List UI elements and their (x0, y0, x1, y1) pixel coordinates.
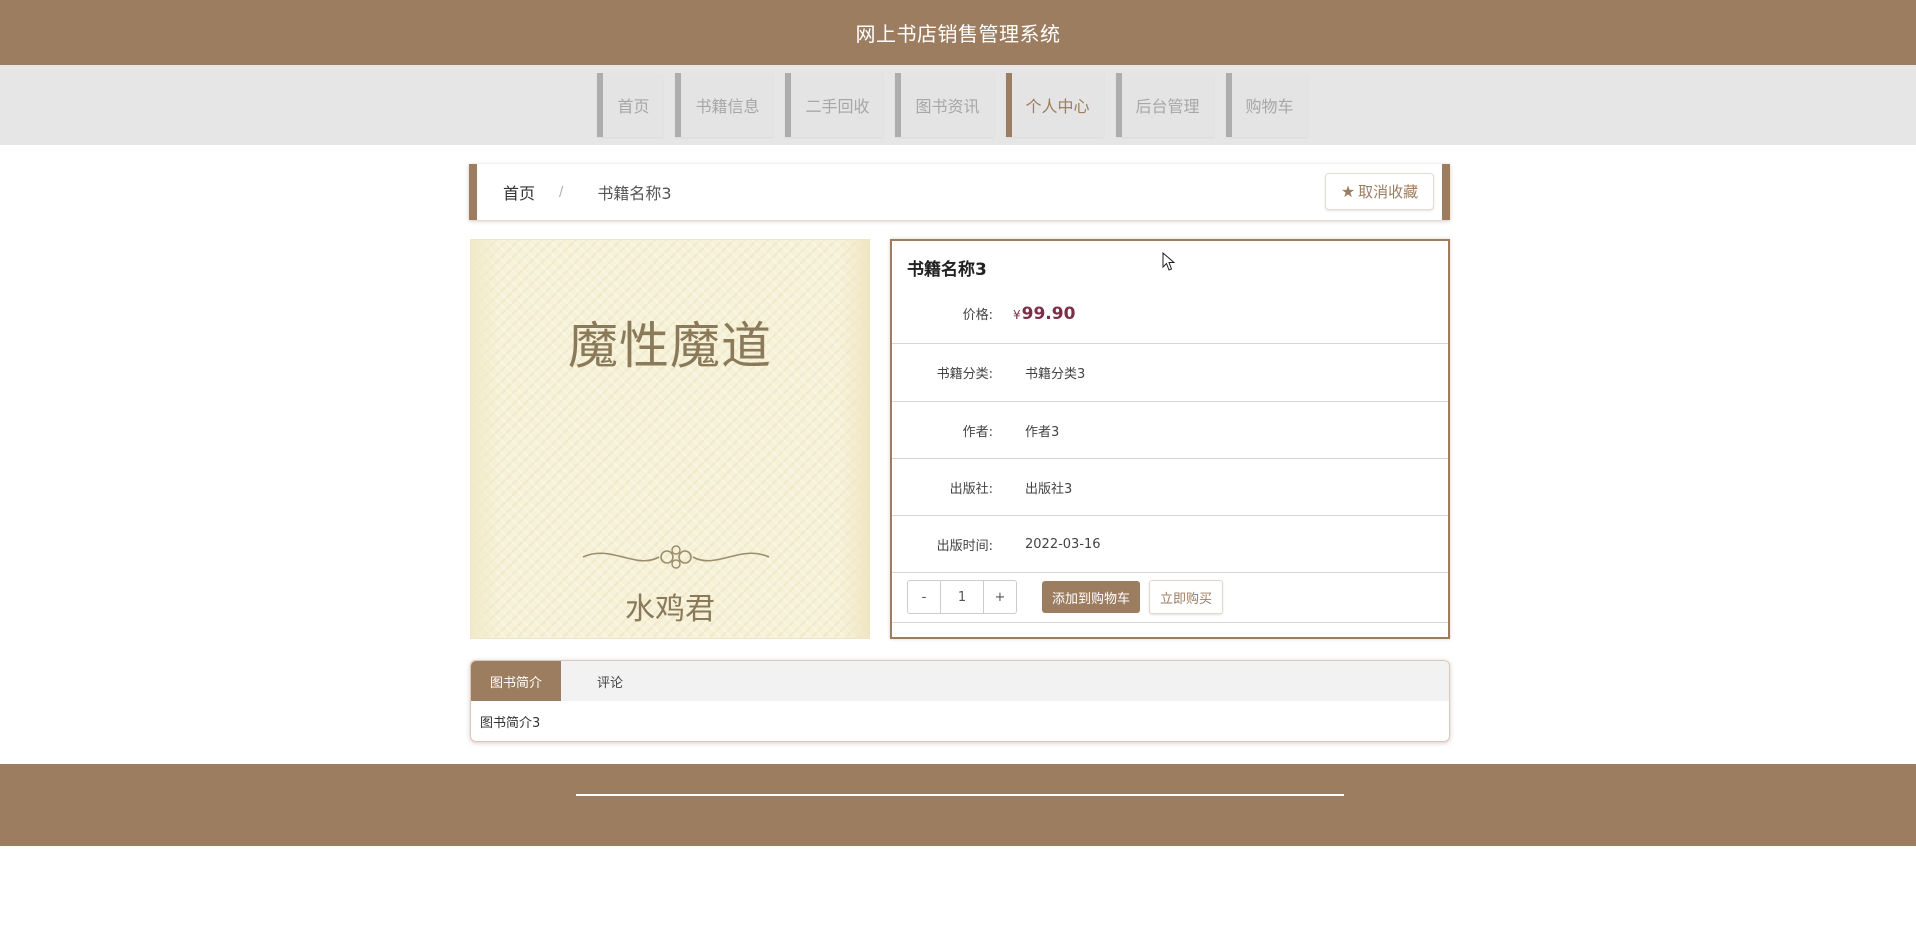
tab-header: 图书简介 评论 (471, 661, 1449, 701)
book-title: 书籍名称3 (907, 260, 987, 280)
buy-now-button[interactable]: 立即购买 (1149, 580, 1224, 614)
cover-ornament (582, 545, 770, 569)
nav-label: 图书资讯 (915, 97, 980, 116)
cover-edge-shade (841, 240, 869, 638)
cover-title: 魔性魔道 (568, 317, 772, 375)
book-cover-image: 魔性魔道 水鸡君 (470, 239, 870, 639)
field-value: 书籍分类3 (1025, 367, 1086, 382)
field-value: 2022-03-16 (1025, 536, 1101, 552)
book-detail-panel: 书籍名称3 价格: ¥99.90 书籍分类: 书籍分类3 作者: 作者3 出版社… (890, 239, 1450, 639)
add-to-cart-button[interactable]: 添加到购物车 (1042, 581, 1141, 613)
unfavorite-button[interactable]: ★ 取消收藏 (1325, 173, 1434, 210)
quantity-stepper: - 1 + (907, 580, 1017, 614)
nav-item-recycle[interactable]: 二手回收 (785, 73, 884, 137)
nav-item-home[interactable]: 首页 (597, 73, 664, 137)
book-info-tabs: 图书简介 评论 图书简介3 (470, 660, 1450, 742)
nav-item-cart[interactable]: 购物车 (1225, 73, 1308, 137)
nav-item-profile[interactable]: 个人中心 (1005, 73, 1104, 137)
divider (892, 572, 1448, 573)
currency-symbol: ¥ (1013, 307, 1021, 322)
field-label: 出版时间: (936, 538, 993, 554)
nav-item-admin[interactable]: 后台管理 (1115, 73, 1214, 137)
main-nav: 首页 书籍信息 二手回收 图书资讯 个人中心 后台管理 购物车 (0, 65, 1916, 145)
divider (892, 622, 1448, 623)
top-header: 网上书店销售管理系统 (0, 0, 1916, 65)
site-title: 网上书店销售管理系统 (855, 22, 1061, 46)
cover-author: 水鸡君 (625, 592, 715, 627)
nav-item-books[interactable]: 书籍信息 (675, 73, 774, 137)
quantity-increase-button[interactable]: + (984, 581, 1016, 613)
purchase-controls: - 1 + 添加到购物车 立即购买 (907, 580, 1224, 614)
field-row-publisher: 出版社: 出版社3 (892, 459, 1448, 515)
nav-label: 后台管理 (1135, 97, 1200, 116)
breadcrumb-home-link[interactable]: 首页 (503, 180, 535, 204)
footer (0, 764, 1916, 846)
cover-edge-shade (471, 240, 499, 638)
tab-comments[interactable]: 评论 (561, 661, 659, 701)
breadcrumb-separator: / (559, 184, 564, 200)
quantity-decrease-button[interactable]: - (908, 581, 940, 613)
star-icon: ★ (1340, 182, 1356, 201)
tab-content: 图书简介3 (480, 716, 541, 731)
field-label: 作者: (962, 424, 993, 440)
price-label: 价格: (962, 308, 993, 323)
nav-label: 购物车 (1245, 97, 1294, 116)
footer-divider (576, 794, 1344, 796)
quantity-input[interactable]: 1 (940, 581, 984, 613)
breadcrumb: 首页 / 书籍名称3 ★ 取消收藏 (469, 164, 1450, 220)
field-value: 作者3 (1025, 424, 1060, 440)
breadcrumb-current: 书籍名称3 (597, 184, 672, 203)
nav-label: 二手回收 (805, 97, 870, 116)
field-row-category: 书籍分类: 书籍分类3 (892, 344, 1448, 401)
price-value: ¥99.90 (1013, 304, 1075, 324)
nav-label: 个人中心 (1025, 97, 1090, 116)
tab-introduction[interactable]: 图书简介 (471, 661, 562, 701)
nav-label: 首页 (617, 97, 650, 116)
nav-item-news[interactable]: 图书资讯 (895, 73, 994, 137)
price-row: 价格: ¥99.90 (892, 281, 1448, 346)
mouse-cursor-icon (1162, 252, 1176, 271)
field-label: 出版社: (949, 481, 993, 497)
field-value: 出版社3 (1025, 481, 1073, 497)
nav-label: 书籍信息 (695, 97, 760, 116)
unfavorite-label: 取消收藏 (1358, 183, 1419, 201)
field-row-publish-date: 出版时间: 2022-03-16 (892, 516, 1448, 572)
field-row-author: 作者: 作者3 (892, 402, 1448, 458)
price-amount: 99.90 (1021, 303, 1076, 324)
field-label: 书籍分类: (936, 367, 993, 382)
